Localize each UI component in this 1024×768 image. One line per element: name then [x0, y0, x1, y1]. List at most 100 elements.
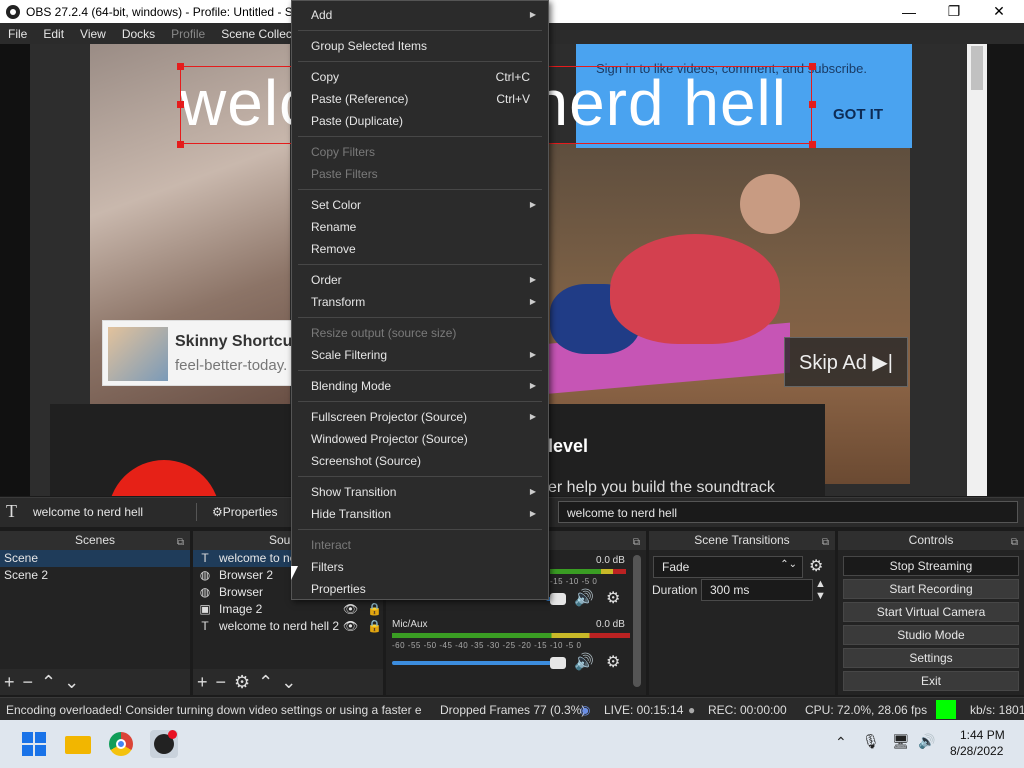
scenes-dock: Scenes ⧉ Scene Scene 2 + − ⌃ ⌄	[0, 531, 190, 695]
scene-transitions-dock: Scene Transitions ⧉ Fade ⌃⌄ ⚙ Duration 300…	[649, 531, 835, 695]
eye-icon[interactable]: 👁	[343, 618, 358, 635]
menu-view[interactable]: View	[72, 27, 114, 41]
obs-taskbar-icon[interactable]	[150, 730, 178, 758]
person-head	[740, 174, 800, 234]
gear-icon[interactable]: ⚙	[234, 672, 250, 693]
clock-date[interactable]: 8/28/2022	[950, 744, 1003, 758]
eye-icon[interactable]: 👁	[343, 601, 358, 618]
start-recording-button[interactable]: Start Recording	[843, 579, 1019, 599]
windows-start-icon[interactable]	[20, 730, 48, 758]
microphone-icon[interactable]: 🎙	[862, 733, 880, 750]
menu-item-scale-filtering[interactable]: Scale Filtering ▶	[292, 344, 548, 366]
spinner-icon[interactable]: ▲ ▼	[815, 578, 826, 602]
file-explorer-icon[interactable]	[64, 730, 92, 758]
add-icon[interactable]: +	[4, 672, 15, 693]
properties-button[interactable]: ⚙Properties	[212, 505, 277, 519]
menu-item-add[interactable]: Add ▶	[292, 4, 548, 26]
lock-icon[interactable]: 🔒	[367, 618, 382, 635]
menu-item-rename[interactable]: Rename	[292, 216, 548, 238]
resize-handle[interactable]	[809, 63, 816, 70]
menu-item-windowed-projector[interactable]: Windowed Projector (Source)	[292, 428, 548, 450]
undock-icon[interactable]: ⧉	[1011, 533, 1018, 552]
add-icon[interactable]: +	[197, 672, 208, 693]
source-item[interactable]: ▣ Image 2 👁 🔒	[193, 601, 383, 618]
resize-handle[interactable]	[177, 63, 184, 70]
resize-handle[interactable]	[177, 101, 184, 108]
menu-item-label: Transform	[311, 295, 366, 309]
menu-item-properties[interactable]: Properties	[292, 578, 548, 600]
menu-item-screenshot[interactable]: Screenshot (Source)	[292, 450, 548, 472]
chevron-up-icon[interactable]: ⌃	[835, 734, 847, 751]
menu-item-order[interactable]: Order ▶	[292, 269, 548, 291]
menu-item-transform[interactable]: Transform ▶	[292, 291, 548, 313]
level-text: level	[548, 436, 589, 456]
chrome-icon[interactable]	[107, 730, 135, 758]
scrollbar-thumb[interactable]	[971, 46, 983, 90]
live-time: LIVE: 00:15:14	[604, 703, 684, 717]
volume-knob[interactable]	[550, 593, 566, 605]
maximize-button[interactable]: ❐	[931, 0, 977, 23]
meter-scale: -60 -55 -50 -45 -40 -35 -30 -25 -20 -15 …	[392, 641, 582, 650]
move-up-icon[interactable]: ⌃	[41, 672, 56, 693]
undock-icon[interactable]: ⧉	[633, 533, 640, 552]
start-virtual-camera-button[interactable]: Start Virtual Camera	[843, 602, 1019, 622]
menu-item-group[interactable]: Group Selected Items	[292, 35, 548, 57]
volume-icon[interactable]: 🔊	[918, 733, 935, 750]
gear-icon[interactable]: ⚙	[606, 652, 620, 672]
gear-icon[interactable]: ⚙	[809, 556, 823, 576]
scene-item[interactable]: Scene 2	[0, 567, 190, 584]
speaker-icon[interactable]: 🔊	[574, 652, 594, 672]
cpu-usage: CPU: 72.0%, 28.06 fps	[805, 703, 928, 717]
menu-docks[interactable]: Docks	[114, 27, 163, 41]
network-icon[interactable]: 🖥	[892, 733, 910, 750]
mixer-scrollbar[interactable]	[633, 555, 641, 687]
resize-handle[interactable]	[809, 141, 816, 148]
menu-item-label: Blending Mode	[311, 379, 392, 393]
status-message: Encoding overloaded! Consider turning do…	[6, 703, 422, 717]
speaker-icon[interactable]: 🔊	[574, 588, 594, 608]
undock-icon[interactable]: ⧉	[822, 533, 829, 552]
scene-item[interactable]: Scene	[0, 550, 190, 567]
menu-item-set-color[interactable]: Set Color ▶	[292, 194, 548, 216]
menu-edit[interactable]: Edit	[35, 27, 72, 41]
volume-slider[interactable]	[392, 661, 562, 665]
menu-item-paste-duplicate[interactable]: Paste (Duplicate)	[292, 110, 548, 132]
remove-icon[interactable]: −	[216, 672, 227, 693]
menu-item-fullscreen-projector[interactable]: Fullscreen Projector (Source) ▶	[292, 406, 548, 428]
menu-item-show-transition[interactable]: Show Transition ▶	[292, 481, 548, 503]
menu-item-copy[interactable]: Copy Ctrl+C	[292, 66, 548, 88]
studio-mode-button[interactable]: Studio Mode	[843, 625, 1019, 645]
menu-item-interact: Interact	[311, 538, 352, 552]
preview-scrollbar[interactable]	[967, 44, 987, 496]
menu-item-blending-mode[interactable]: Blending Mode ▶	[292, 375, 548, 397]
remove-icon[interactable]: −	[23, 672, 34, 693]
resize-handle[interactable]	[177, 141, 184, 148]
menu-separator	[298, 476, 542, 477]
text-input[interactable]: welcome to nerd hell	[558, 501, 1018, 523]
move-down-icon[interactable]: ⌄	[281, 672, 296, 693]
menu-file[interactable]: File	[0, 27, 35, 41]
settings-button[interactable]: Settings	[843, 648, 1019, 668]
minimize-button[interactable]: —	[886, 0, 932, 23]
menu-item-remove[interactable]: Remove	[292, 238, 548, 260]
volume-knob[interactable]	[550, 657, 566, 669]
menu-profile[interactable]: Profile	[163, 27, 213, 41]
exit-button[interactable]: Exit	[843, 671, 1019, 691]
mouse-cursor-icon	[291, 566, 298, 580]
menu-item-hide-transition[interactable]: Hide Transition ▶	[292, 503, 548, 525]
menu-item-label: Set Color	[311, 198, 362, 212]
move-up-icon[interactable]: ⌃	[258, 672, 273, 693]
move-down-icon[interactable]: ⌄	[64, 672, 79, 693]
submenu-arrow-icon: ▶	[529, 487, 536, 496]
transition-select[interactable]: Fade ⌃⌄	[653, 556, 803, 578]
menu-item-paste-reference[interactable]: Paste (Reference) Ctrl+V	[292, 88, 548, 110]
gear-icon[interactable]: ⚙	[606, 588, 620, 608]
stop-streaming-button[interactable]: Stop Streaming	[843, 556, 1019, 576]
resize-handle[interactable]	[809, 101, 816, 108]
menu-item-filters[interactable]: Filters	[292, 556, 548, 578]
clock-time[interactable]: 1:44 PM	[960, 728, 1005, 742]
close-button[interactable]: ✕	[976, 0, 1022, 23]
duration-field[interactable]: 300 ms	[701, 579, 813, 601]
lock-icon[interactable]: 🔒	[367, 601, 382, 618]
source-item[interactable]: Twelcome to nerd hell 2 👁 🔒	[193, 618, 383, 635]
